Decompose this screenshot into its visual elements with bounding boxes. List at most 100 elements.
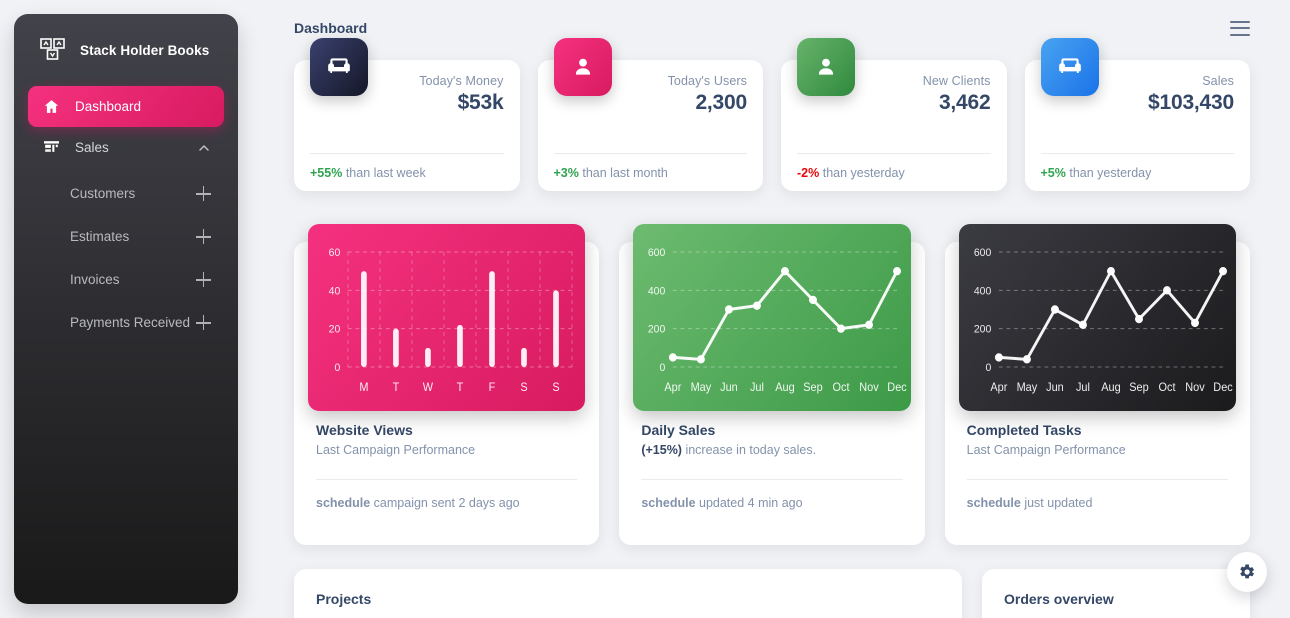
stat-delta: +3% <box>553 166 579 180</box>
svg-text:M: M <box>359 382 368 394</box>
stat-delta-text: than yesterday <box>822 166 905 180</box>
stat-footer: -2% than yesterday <box>797 154 991 180</box>
stat-footer: +5% than yesterday <box>1041 154 1235 180</box>
svg-text:Apr: Apr <box>990 382 1007 394</box>
svg-text:600: 600 <box>974 247 991 259</box>
svg-text:Dec: Dec <box>1213 382 1233 394</box>
svg-text:May: May <box>691 382 712 394</box>
svg-text:May: May <box>1016 382 1037 394</box>
chart-subtitle: (+15%) increase in today sales. <box>635 443 908 457</box>
svg-text:0: 0 <box>985 362 991 374</box>
chart-subtitle-rest: increase in today sales. <box>681 443 817 457</box>
plus-icon[interactable] <box>196 229 211 244</box>
svg-text:Nov: Nov <box>1185 382 1205 394</box>
brand[interactable]: Stack Holder Books <box>14 18 238 80</box>
chart-subtitle-strong: (+15%) <box>641 443 682 457</box>
sofa-icon <box>1040 38 1099 96</box>
stat-label: Today's Money <box>419 74 504 88</box>
svg-text:F: F <box>489 382 496 394</box>
plus-icon[interactable] <box>196 315 211 330</box>
stat-delta: +5% <box>1040 166 1066 180</box>
schedule-icon: schedule <box>316 496 371 510</box>
sidebar-subitem-label: Customers <box>70 186 136 201</box>
stat-footer: +55% than last week <box>310 154 504 180</box>
sidebar: Stack Holder Books Dashboard Sales Custo… <box>14 14 238 604</box>
svg-text:S: S <box>520 382 527 394</box>
stat-value: 3,462 <box>938 91 991 114</box>
hamburger-icon[interactable] <box>1230 20 1250 36</box>
sidebar-item-invoices[interactable]: Invoices <box>28 258 224 301</box>
sidebar-item-dashboard[interactable]: Dashboard <box>28 86 224 127</box>
chart-title: Website Views <box>316 422 413 438</box>
svg-text:Sep: Sep <box>804 382 823 394</box>
svg-text:60: 60 <box>329 247 341 259</box>
page-title: Dashboard <box>294 20 368 36</box>
svg-text:Aug: Aug <box>1101 382 1120 394</box>
svg-text:Apr: Apr <box>665 382 682 394</box>
chart-footer: schedule updated 4 min ago <box>635 480 908 510</box>
svg-text:400: 400 <box>974 285 991 297</box>
main-content: Dashboard Today's Money $53k +55% than l… <box>254 0 1290 618</box>
orders-overview-card: Orders overview <box>982 569 1250 618</box>
gear-icon[interactable] <box>1227 552 1267 592</box>
stat-delta: -2% <box>797 166 820 180</box>
schedule-icon: schedule <box>966 496 1021 510</box>
stat-label: Sales <box>1202 74 1234 88</box>
stat-card-todays-money: Today's Money $53k +55% than last week <box>294 38 520 191</box>
topbar: Dashboard <box>280 0 1264 56</box>
svg-text:0: 0 <box>660 362 666 374</box>
stat-label: New Clients <box>922 74 991 88</box>
svg-text:Aug: Aug <box>776 382 795 394</box>
svg-text:Dec: Dec <box>888 382 908 394</box>
sidebar-subitem-label: Estimates <box>70 229 130 244</box>
svg-text:W: W <box>423 382 434 394</box>
line-chart-completed-tasks: 0 200 400 600 Apr May Jun Jul Aug Sep Oct Nov Dec <box>958 224 1236 411</box>
svg-text:200: 200 <box>648 323 665 335</box>
line-chart-daily-sales: 0 200 400 600 Apr May Jun Jul Aug Sep Oct Nov Dec <box>633 224 911 411</box>
svg-text:Jul: Jul <box>1076 382 1090 394</box>
svg-text:Jun: Jun <box>1046 382 1064 394</box>
chart-footer-text: updated 4 min ago <box>699 496 803 510</box>
svg-text:T: T <box>457 382 464 394</box>
store-icon <box>41 138 61 158</box>
home-icon <box>41 97 61 117</box>
brand-name: Stack Holder Books <box>80 42 210 58</box>
svg-text:0: 0 <box>334 362 340 374</box>
sidebar-item-customers[interactable]: Customers <box>28 172 224 215</box>
svg-text:Oct: Oct <box>833 382 851 394</box>
svg-text:200: 200 <box>974 323 991 335</box>
sidebar-item-sales[interactable]: Sales <box>28 127 224 168</box>
svg-text:20: 20 <box>329 323 341 335</box>
stat-value: $103,430 <box>1148 91 1234 114</box>
sidebar-subitem-label: Invoices <box>70 272 120 287</box>
chart-subtitle: Last Campaign Performance <box>316 443 476 457</box>
more-vertical-icon[interactable] <box>924 591 940 609</box>
plus-icon[interactable] <box>196 186 211 201</box>
projects-card: Projects <box>294 569 962 618</box>
svg-text:S: S <box>552 382 559 394</box>
chart-subtitle: Last Campaign Performance <box>966 443 1126 457</box>
svg-text:Sep: Sep <box>1129 382 1148 394</box>
person-icon <box>797 38 855 96</box>
person-icon <box>553 38 612 96</box>
stat-delta-text: than last week <box>345 166 426 180</box>
chart-footer: schedule just updated <box>961 480 1234 510</box>
chart-footer-text: campaign sent 2 days ago <box>373 496 520 510</box>
plus-icon[interactable] <box>196 272 211 287</box>
stat-value: $53k <box>457 91 504 114</box>
schedule-icon: schedule <box>641 496 696 510</box>
chart-footer: schedule campaign sent 2 days ago <box>310 480 583 510</box>
bottom-row: Projects Orders overview <box>280 569 1264 618</box>
svg-text:600: 600 <box>648 247 665 259</box>
stat-delta-text: than last month <box>582 166 668 180</box>
svg-text:Nov: Nov <box>860 382 880 394</box>
chevron-up-icon[interactable] <box>197 141 211 155</box>
sidebar-item-payments-received[interactable]: Payments Received <box>28 301 224 344</box>
svg-text:Jul: Jul <box>750 382 764 394</box>
stat-card-new-clients: New Clients 3,462 -2% than yesterday <box>781 38 1007 191</box>
stat-value: 2,300 <box>695 91 747 114</box>
bar-chart-website-views: 0 20 40 60 M T W T F S S <box>308 224 586 411</box>
chart-card-daily-sales: 0 200 400 600 Apr May Jun Jul Aug Sep Oct Nov Dec Da… <box>619 224 925 545</box>
stat-delta: +55% <box>310 166 343 180</box>
sidebar-item-estimates[interactable]: Estimates <box>28 215 224 258</box>
